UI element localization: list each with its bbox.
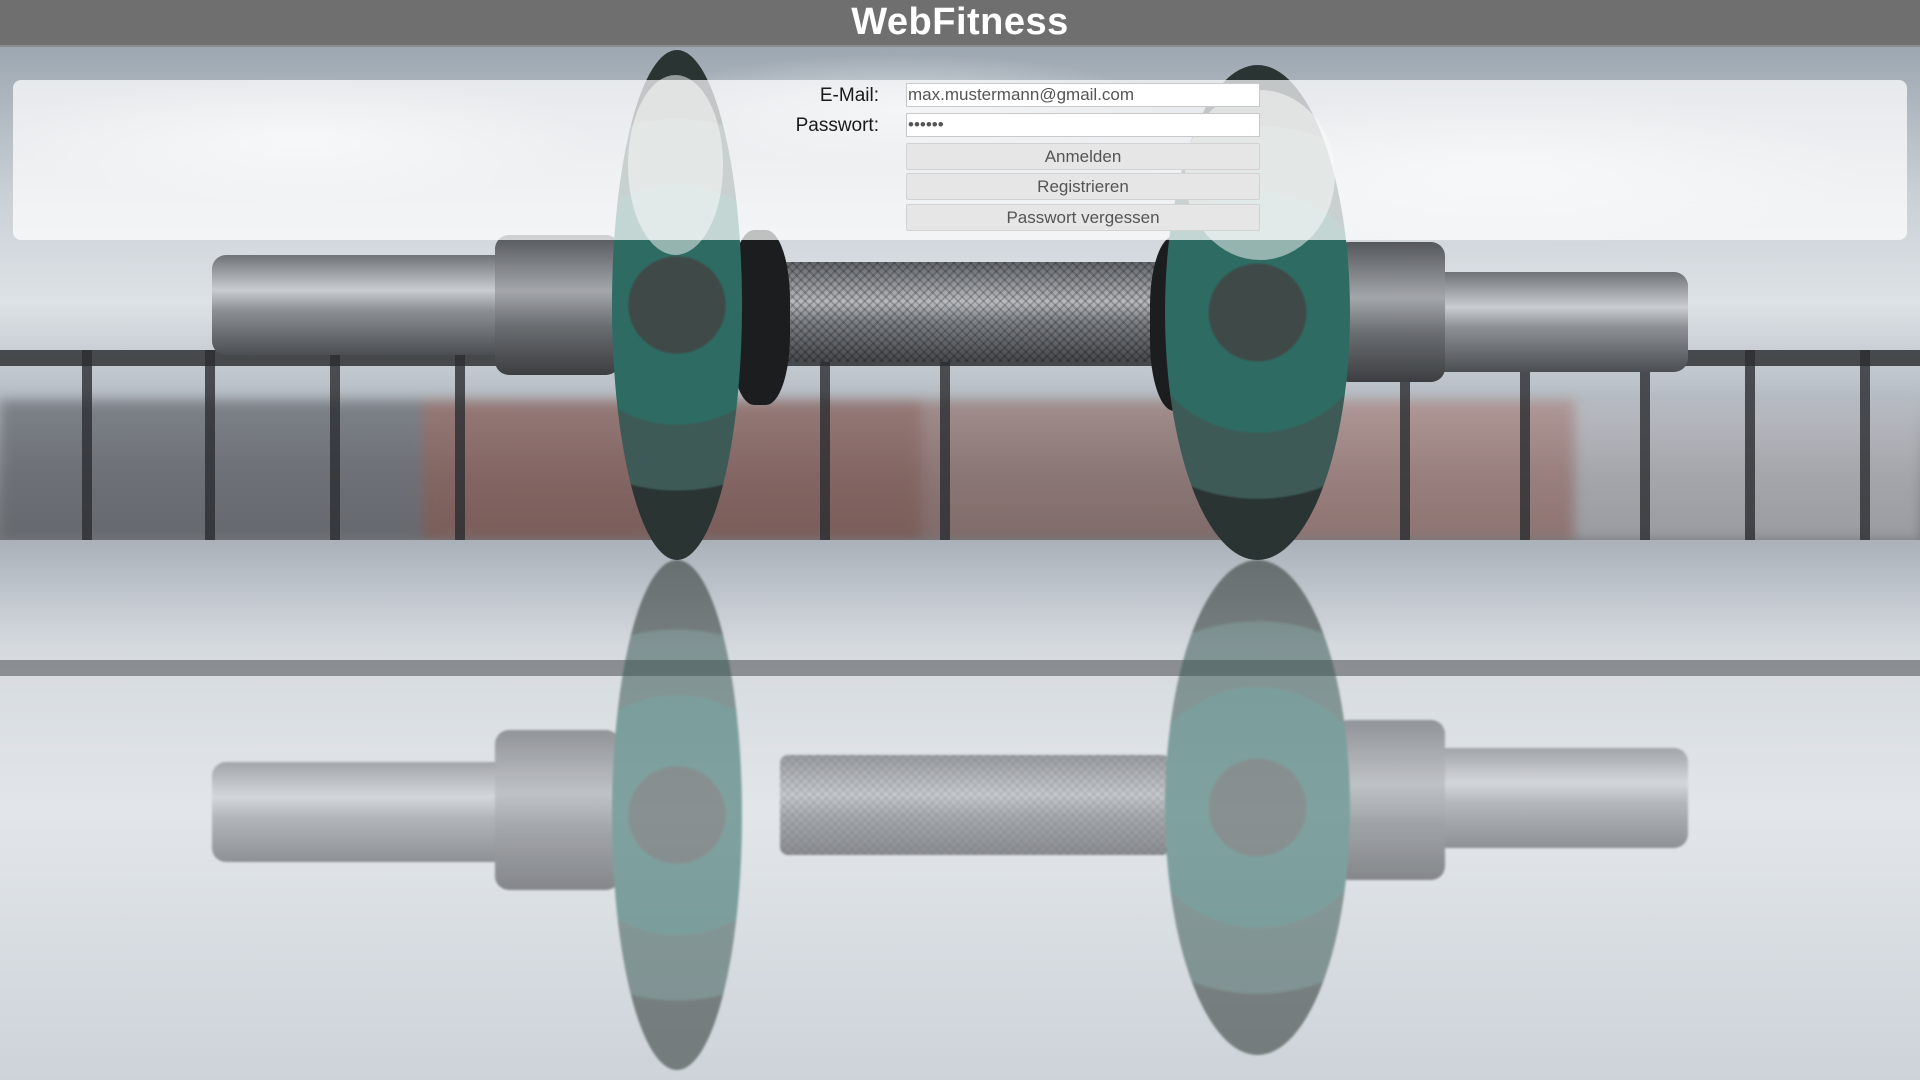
email-row: E-Mail: max.mustermann@gmail.com (13, 83, 1907, 109)
railing-post (1860, 350, 1870, 540)
forgot-password-button[interactable]: Passwort vergessen (906, 204, 1260, 231)
railing-post (1745, 350, 1755, 540)
dumbbell-collar-left (495, 235, 620, 375)
dumbbell-collar-right (1335, 242, 1445, 382)
password-field[interactable]: •••••• (906, 113, 1260, 137)
app-title: WebFitness (851, 1, 1069, 43)
register-button[interactable]: Registrieren (906, 173, 1260, 200)
email-field[interactable]: max.mustermann@gmail.com (906, 83, 1260, 107)
dumbbell-grip (780, 262, 1170, 362)
railing-post (1520, 350, 1530, 540)
railing-post (330, 350, 340, 540)
password-row: Passwort: •••••• (13, 113, 1907, 139)
login-button[interactable]: Anmelden (906, 143, 1260, 170)
railing-post (940, 350, 950, 540)
railing-post (205, 350, 215, 540)
password-label: Passwort: (795, 115, 879, 136)
railing-reflection (0, 660, 1920, 676)
railing-post (1640, 350, 1650, 540)
header-bar: WebFitness (0, 0, 1920, 47)
email-label: E-Mail: (819, 85, 879, 106)
railing-post (455, 350, 465, 540)
blurred-city (0, 400, 1920, 540)
dumbbell-handle-left (212, 255, 542, 355)
railing-post (820, 350, 830, 540)
login-panel: E-Mail: max.mustermann@gmail.com Passwor… (13, 80, 1907, 240)
railing-post (82, 350, 92, 540)
